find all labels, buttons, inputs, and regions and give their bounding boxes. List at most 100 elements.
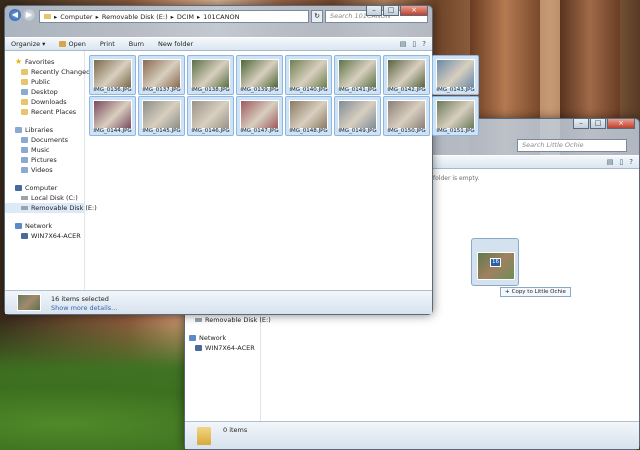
back-view-controls: ▤ ▯ ? <box>607 158 633 166</box>
nav-item-libraries[interactable]: Libraries <box>5 125 84 135</box>
folder-icon <box>21 79 28 85</box>
nav-item-public[interactable]: Public <box>5 77 84 87</box>
file-thumbnail[interactable]: IMG_0144.JPG <box>89 96 136 136</box>
nav-item-desktop[interactable]: Desktop <box>5 87 84 97</box>
file-name: IMG_0151.JPG <box>436 128 475 134</box>
forward-nav-button[interactable]: ▶ <box>23 9 35 21</box>
nav-item-videos[interactable]: Videos <box>5 165 84 175</box>
file-thumbnail[interactable]: IMG_0140.JPG <box>285 55 332 95</box>
breadcrumb-computer[interactable]: Computer <box>60 13 92 21</box>
breadcrumb-separator: ▸ <box>95 12 99 21</box>
file-thumbnail[interactable]: IMG_0139.JPG <box>236 55 283 95</box>
documents-icon <box>21 137 28 143</box>
new-folder-button[interactable]: New folder <box>158 40 193 48</box>
nav-item-pictures[interactable]: Pictures <box>5 155 84 165</box>
nav-item-win7x64[interactable]: WIN7X64-ACER <box>5 231 84 241</box>
new-folder-label: New folder <box>158 40 194 48</box>
front-window-body: ★ Favorites Recently Changed Public Desk… <box>5 51 479 290</box>
file-thumbnail[interactable]: IMG_0145.JPG <box>138 96 185 136</box>
back-search-input[interactable]: Search Little Ochie <box>517 139 627 152</box>
nav-item-downloads[interactable]: Downloads <box>5 97 84 107</box>
item-count: 0 items <box>223 426 248 434</box>
open-label: Open <box>68 40 86 48</box>
close-button[interactable]: × <box>400 6 428 16</box>
file-thumbnail[interactable]: IMG_0149.JPG <box>334 96 381 136</box>
image-preview <box>436 59 475 88</box>
image-preview <box>387 100 426 129</box>
nav-label: Downloads <box>31 98 67 106</box>
refresh-button[interactable]: ↻ <box>311 10 323 23</box>
downloads-icon <box>21 99 28 105</box>
nav-item-recent-places[interactable]: Recent Places <box>5 107 84 117</box>
image-preview <box>338 59 377 88</box>
image-preview <box>240 59 279 88</box>
maximize-button[interactable]: □ <box>383 6 399 16</box>
nav-item-recently-changed[interactable]: Recently Changed <box>5 67 90 77</box>
views-icon[interactable]: ▤ <box>607 158 614 166</box>
file-thumbnail[interactable]: IMG_0136.JPG <box>89 55 136 95</box>
help-icon[interactable]: ? <box>629 158 633 166</box>
burn-button[interactable]: Burn <box>129 40 144 48</box>
nav-label: Videos <box>31 166 53 174</box>
nav-item-favorites[interactable]: ★ Favorites <box>5 57 84 67</box>
nav-item-documents[interactable]: Documents <box>5 135 84 145</box>
nav-label: Removable Disk (E:) <box>205 316 271 324</box>
print-button[interactable]: Print <box>100 40 115 48</box>
file-name: IMG_0141.JPG <box>338 87 377 93</box>
nav-label: Libraries <box>25 126 54 134</box>
front-explorer-window: ◀ ▶ ▸ Computer ▸ Removable Disk (E:) ▸ D… <box>4 5 479 315</box>
image-preview <box>289 100 328 129</box>
nav-label: WIN7X64-ACER <box>205 344 255 352</box>
nav-label: Computer <box>25 184 58 192</box>
breadcrumb-101canon[interactable]: 101CANON <box>203 13 239 21</box>
file-name: IMG_0142.JPG <box>387 87 426 93</box>
preview-pane-icon[interactable]: ▯ <box>412 40 416 48</box>
network-icon <box>15 223 22 229</box>
nav-item-computer[interactable]: Computer <box>5 183 84 193</box>
nav-label: Favorites <box>25 58 55 66</box>
computer-icon <box>15 185 22 191</box>
nav-item-network[interactable]: Network <box>189 333 260 343</box>
file-thumbnail[interactable]: IMG_0142.JPG <box>383 55 430 95</box>
maximize-button[interactable]: □ <box>590 119 606 129</box>
file-thumbnail[interactable]: IMG_0143.JPG <box>432 55 479 95</box>
breadcrumb-dcim[interactable]: DCIM <box>177 13 194 21</box>
nav-item-local-disk[interactable]: Local Disk (C:) <box>5 193 84 203</box>
views-icon[interactable]: ▤ <box>400 40 407 48</box>
libraries-icon <box>15 127 22 133</box>
recent-places-icon <box>21 109 28 115</box>
minimize-button[interactable]: – <box>366 6 382 16</box>
file-thumbnail[interactable]: IMG_0137.JPG <box>138 55 185 95</box>
file-thumbnail[interactable]: IMG_0148.JPG <box>285 96 332 136</box>
address-bar[interactable]: ▸ Computer ▸ Removable Disk (E:) ▸ DCIM … <box>39 10 309 23</box>
breadcrumb-removable-disk[interactable]: Removable Disk (E:) <box>102 13 168 21</box>
close-button[interactable]: × <box>607 119 635 129</box>
nav-item-win7x64[interactable]: WIN7X64-ACER <box>195 343 260 353</box>
nav-item-network[interactable]: Network <box>5 221 84 231</box>
pictures-icon <box>21 157 28 163</box>
file-thumbnail[interactable]: IMG_0141.JPG <box>334 55 381 95</box>
file-name: IMG_0136.JPG <box>93 87 132 93</box>
help-icon[interactable]: ? <box>422 40 426 48</box>
file-name: IMG_0137.JPG <box>142 87 181 93</box>
file-thumbnail[interactable]: IMG_0146.JPG <box>187 96 234 136</box>
show-more-details-link[interactable]: Show more details... <box>51 304 117 312</box>
organize-menu-button[interactable]: Organize ▾ <box>11 40 45 48</box>
nav-label: Removable Disk (E:) <box>31 204 97 212</box>
nav-label: Recent Places <box>31 108 77 116</box>
nav-item-music[interactable]: Music <box>5 145 84 155</box>
open-button[interactable]: Open <box>59 40 86 48</box>
nav-item-removable-disk[interactable]: Removable Disk (E:) <box>195 315 271 325</box>
nav-label: Recently Changed <box>31 68 91 76</box>
file-thumbnail[interactable]: IMG_0138.JPG <box>187 55 234 95</box>
back-nav-button[interactable]: ◀ <box>9 9 21 21</box>
minimize-button[interactable]: – <box>573 119 589 129</box>
nav-item-removable-disk[interactable]: Removable Disk (E:) <box>5 203 97 213</box>
breadcrumb-separator: ▸ <box>54 12 58 21</box>
file-thumbnail[interactable]: IMG_0147.JPG <box>236 96 283 136</box>
file-name: IMG_0138.JPG <box>191 87 230 93</box>
preview-pane-icon[interactable]: ▯ <box>619 158 623 166</box>
drive-icon <box>195 318 202 322</box>
file-thumbnail[interactable]: IMG_0150.JPG <box>383 96 430 136</box>
file-thumbnail[interactable]: IMG_0151.JPG <box>432 96 479 136</box>
